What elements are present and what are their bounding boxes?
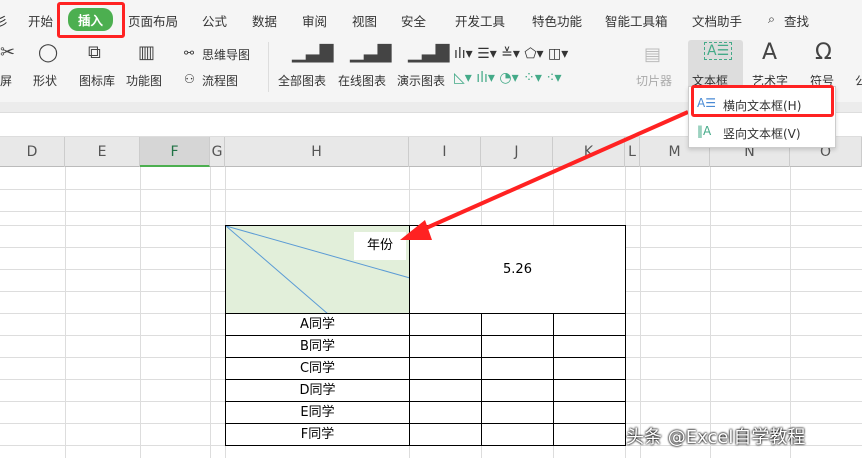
red-arrow — [400, 110, 689, 240]
vertical-textbox-icon: ‖A — [697, 124, 712, 138]
highlight-box-horizontal — [691, 85, 834, 117]
watermark: 头条 @Excel自学教程 — [626, 427, 806, 448]
menu-item-vertical-textbox[interactable]: 竖向文本框(V) — [723, 125, 801, 142]
